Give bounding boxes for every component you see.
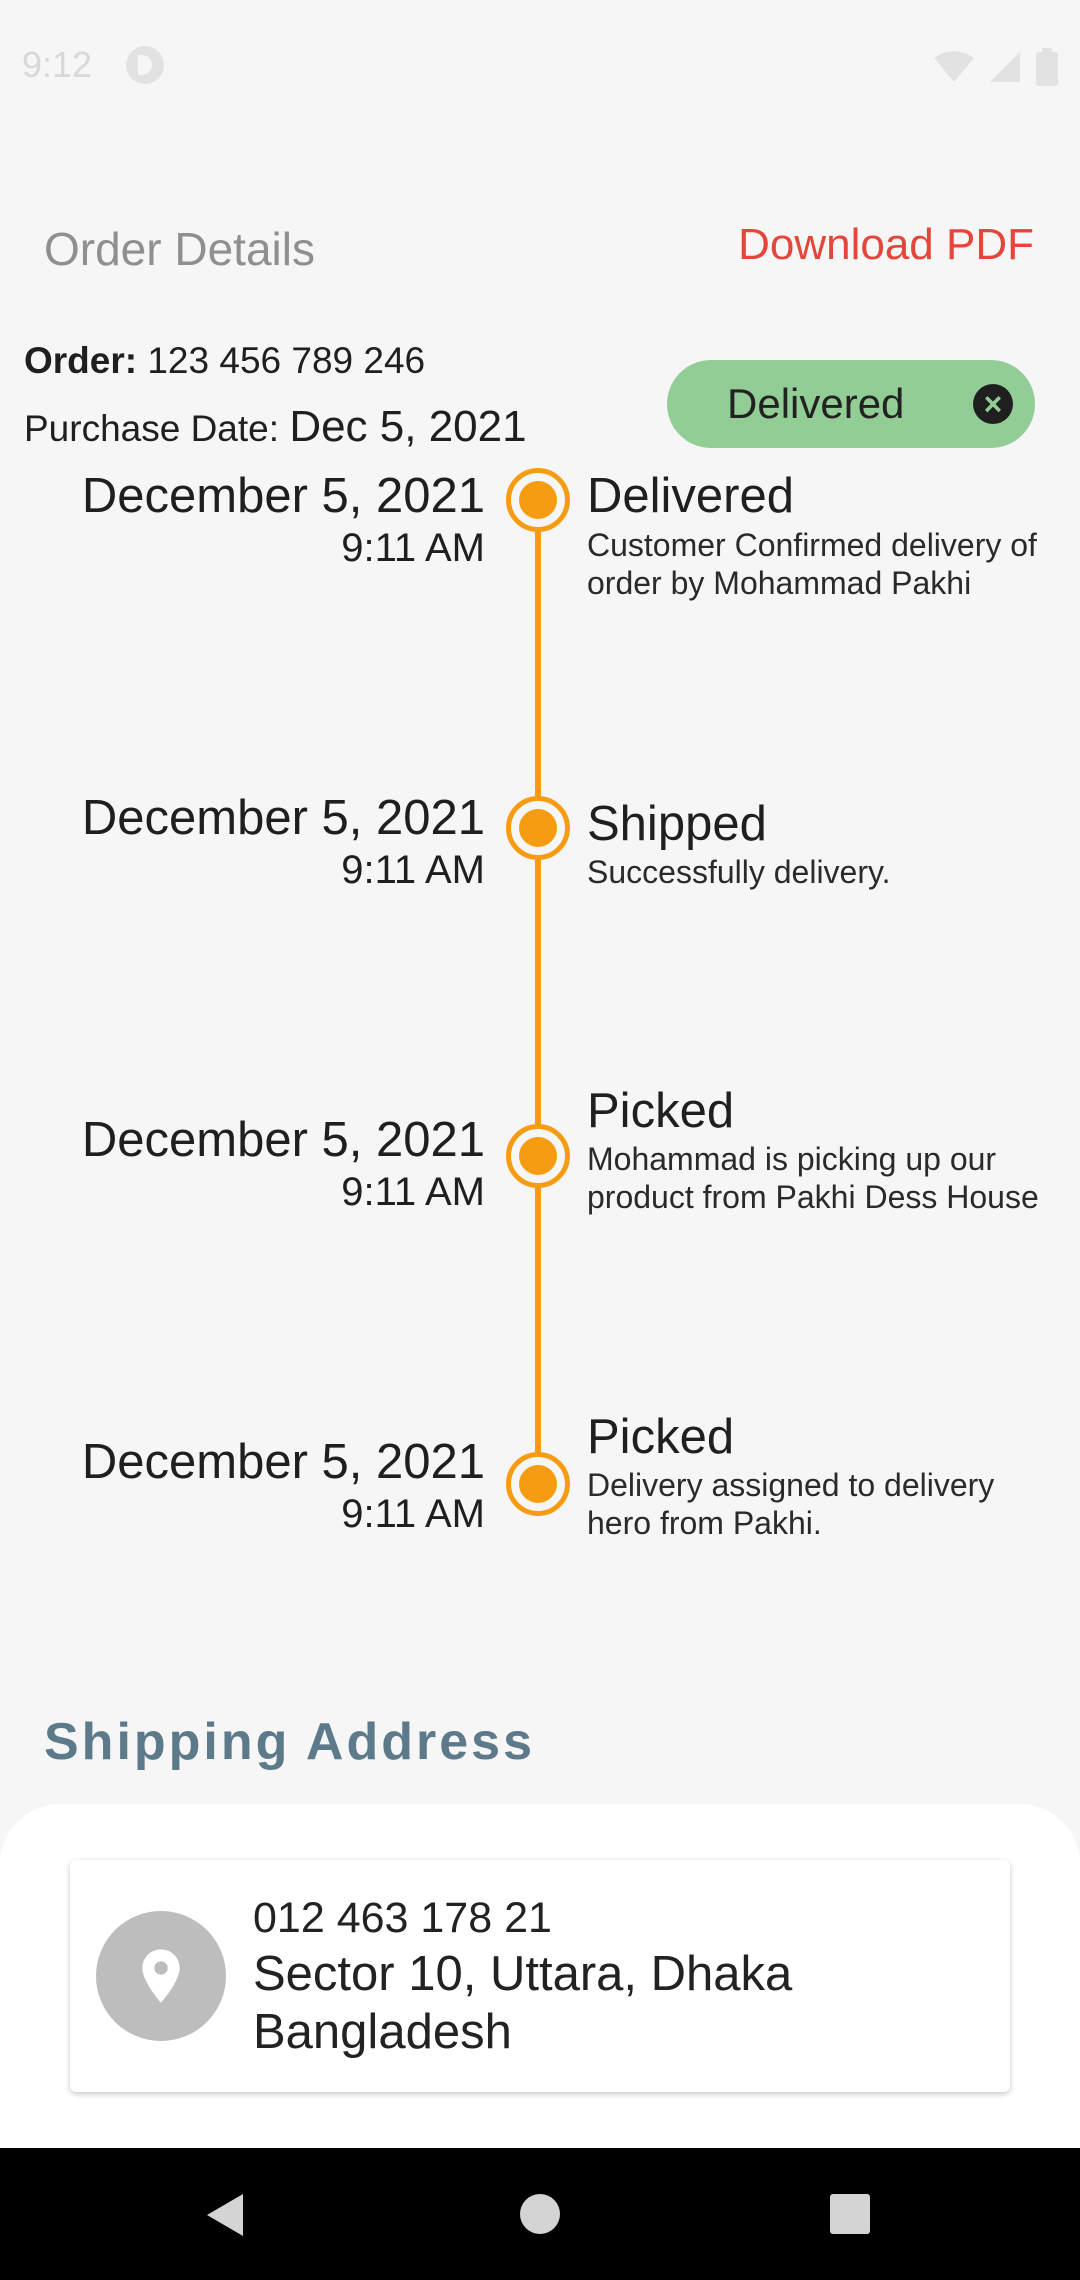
timeline-title: Delivered [587,469,794,523]
signal-icon [990,52,1020,82]
purchase-date: Dec 5, 2021 [289,402,527,451]
purchase-date-row: Purchase Date: Dec 5, 2021 [24,402,527,452]
back-icon[interactable] [203,2192,247,2238]
address-line-2: Bangladesh [253,2005,512,2059]
timeline-description: Successfully delivery. [587,854,891,890]
timeline-time: 9:11 AM [341,526,485,570]
timeline-date: December 5, 2021 [81,791,485,845]
address-phone: 012 463 178 21 [253,1894,552,1942]
timeline-time: 9:11 AM [341,1170,485,1214]
order-number-row: Order: 123 456 789 246 [24,340,425,382]
timeline-description: Delivery assigned to delivery hero from … [587,1467,995,1541]
status-time: 9:12 [22,44,93,85]
status-chip[interactable]: Delivered × [667,360,1035,448]
order-number: 123 456 789 246 [147,340,426,381]
location-pin-icon [96,1911,226,2041]
app-notification-icon [126,46,164,84]
battery-icon [1036,48,1058,86]
timeline-dot [506,1124,570,1188]
status-icons [934,48,1058,86]
timeline-description: Customer Confirmed delivery of order by … [587,527,1037,601]
timeline-description: Mohammad is picking up our product from … [587,1141,1039,1215]
timeline-date: December 5, 2021 [81,469,485,523]
timeline-title: Shipped [587,797,767,851]
shipping-heading: Shipping Address [44,1713,535,1771]
order-label: Order: [24,340,138,381]
purchase-date-label: Purchase Date: [24,408,280,449]
timeline-title: Picked [587,1084,735,1138]
download-pdf-button[interactable]: Download PDF [738,220,1034,270]
recents-icon[interactable] [828,2192,872,2236]
timeline-line [535,500,541,1485]
home-icon[interactable] [518,2192,562,2236]
wifi-icon [934,51,974,82]
address-line-1: Sector 10, Uttara, Dhaka [253,1947,793,2001]
timeline-date: December 5, 2021 [81,1435,485,1489]
close-circle-icon[interactable]: × [973,384,1013,424]
timeline-dot [506,796,570,860]
timeline-time: 9:11 AM [341,1492,485,1536]
timeline-dot [506,468,570,532]
timeline-time: 9:11 AM [341,848,485,892]
timeline-date: December 5, 2021 [81,1113,485,1167]
status-chip-label: Delivered [727,380,905,427]
timeline-title: Picked [587,1410,735,1464]
timeline-dot [506,1452,570,1516]
page-title: Order Details [44,223,315,275]
